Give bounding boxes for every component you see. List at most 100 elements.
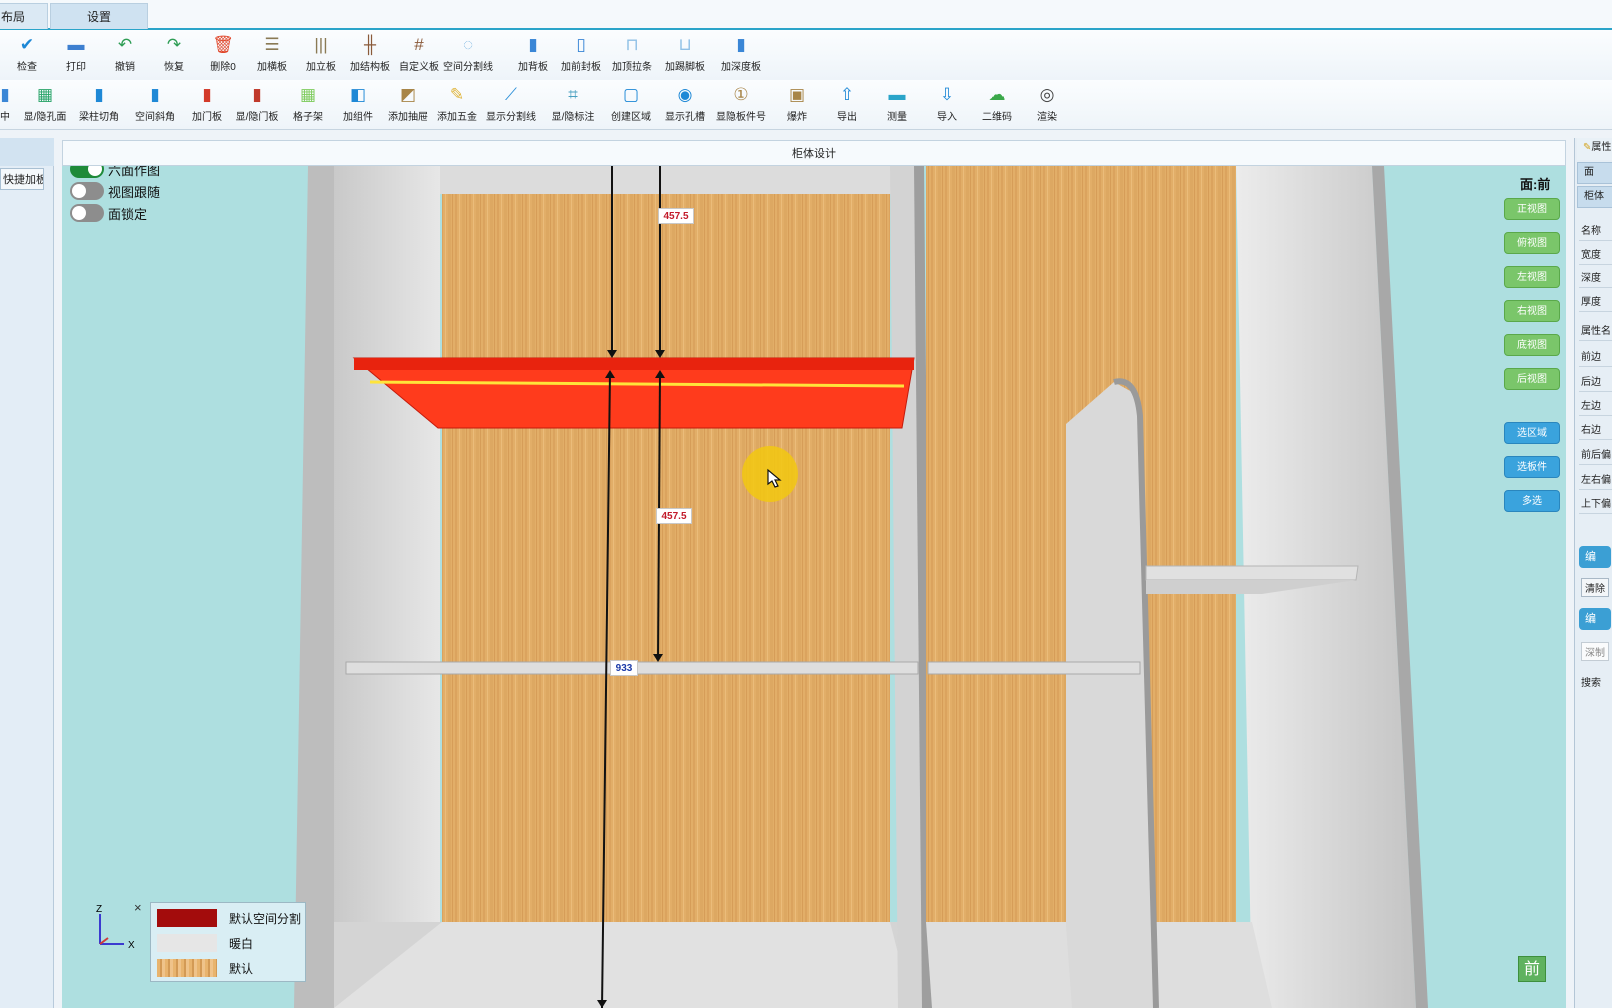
view-button[interactable]: 后视图 [1504, 368, 1560, 390]
property-tab-cabinet[interactable]: 柜体 [1577, 186, 1612, 208]
toolbar-button-redo[interactable]: ↷ 恢复 [149, 30, 199, 78]
toolbar-button-show-divider[interactable]: ⟋ 显示分割线 [486, 80, 536, 128]
clear-button[interactable]: 清除 [1581, 578, 1609, 597]
tab-layout[interactable]: 布局 [0, 3, 48, 29]
explode-icon: ▣ [788, 85, 806, 104]
toolbar-button-qr-cloud[interactable]: ☁ 二维码 [972, 80, 1022, 128]
view-button[interactable]: 俯视图 [1504, 232, 1560, 254]
toolbar-button-label: 加前封板 [561, 62, 601, 73]
toggle-knob [72, 184, 86, 198]
toolbar-button-measure[interactable]: ▬ 测量 [872, 80, 922, 128]
toolbar-button-label: 梁柱切角 [79, 112, 119, 123]
toolbar-button-space-divider[interactable]: ◌ 空间分割线 [443, 30, 493, 78]
create-region-icon: ▢ [622, 85, 640, 104]
quick-add-board-button[interactable]: 快捷加板 [0, 168, 44, 190]
property-field-label[interactable]: 右边 [1581, 421, 1601, 436]
legend-swatch [157, 934, 217, 952]
toggle-door-icon: ▮ [252, 85, 262, 104]
toolbar-button-drawer[interactable]: ◩ 添加抽屉 [383, 80, 433, 128]
design-viewport[interactable]: 457.5 457.5 933 六面作图 视图跟随 面锁定 面:前 正视图 俯视图… [62, 166, 1566, 1008]
toggle-six-face-drawing[interactable] [70, 166, 104, 178]
legend-close-icon[interactable]: × [134, 900, 142, 915]
toolbar-button-explode[interactable]: ▣ 爆炸 [772, 80, 822, 128]
depth-input[interactable]: 深制 [1581, 642, 1609, 661]
toggle-face-lock[interactable] [70, 204, 104, 222]
toolbar-button-vertical-board[interactable]: ||| 加立板 [296, 30, 346, 78]
toolbar-button-structure-board[interactable]: ╫ 加结构板 [345, 30, 395, 78]
view-button[interactable]: 左视图 [1504, 266, 1560, 288]
toolbar-button-component[interactable]: ◧ 加组件 [333, 80, 383, 128]
toolbar-button-hole-face[interactable]: ▦ 显/隐孔面 [20, 80, 70, 128]
edit-button-2[interactable]: 编 [1579, 608, 1611, 630]
toolbar-button-front-seal-board[interactable]: ▯ 加前封板 [556, 30, 606, 78]
toggle-view-follow[interactable] [70, 182, 104, 200]
property-separator [1579, 340, 1612, 341]
tab-label: 设置 [86, 10, 111, 24]
toolbar-button-label: 加踢脚板 [665, 62, 705, 73]
toggle-label: 视图跟随 [108, 185, 161, 200]
toolbar-button-label: 恢复 [164, 62, 184, 73]
left-panel [0, 138, 54, 1008]
toolbar-button-label: 渲染 [1037, 112, 1057, 123]
view-button[interactable]: 右视图 [1504, 300, 1560, 322]
front-face-badge[interactable]: 前 [1518, 956, 1546, 982]
toolbar-button-hardware[interactable]: ✎ 添加五金 [432, 80, 482, 128]
property-field-label[interactable]: 名称 [1581, 222, 1601, 237]
property-field-label[interactable]: 上下偏 [1581, 495, 1611, 510]
toolbar-button-back-board[interactable]: ▮ 加背板 [508, 30, 558, 78]
toolbar-button-render[interactable]: ◎ 渲染 [1022, 80, 1072, 128]
toolbar-button-hole-slot[interactable]: ◉ 显示孔槽 [660, 80, 710, 128]
property-field-label[interactable]: 前边 [1581, 348, 1601, 363]
toolbar-button-printer[interactable]: ▬ 打印 [51, 30, 101, 78]
view-button[interactable]: 底视图 [1504, 334, 1560, 356]
property-tab-face[interactable]: 面 [1577, 162, 1612, 184]
toolbar-button-kick-board[interactable]: ⊔ 加踢脚板 [660, 30, 710, 78]
toolbar-button-horizontal-board[interactable]: ☰ 加横板 [247, 30, 297, 78]
toolbar-button-create-region[interactable]: ▢ 创建区域 [606, 80, 656, 128]
toolbar-button-door-panel[interactable]: ▮ 加门板 [182, 80, 232, 128]
toolbar-button-label: 空间分割线 [443, 62, 493, 73]
toolbar-button-undo[interactable]: ↶ 撤销 [100, 30, 150, 78]
property-field-label[interactable]: 宽度 [1581, 246, 1601, 261]
toolbar-button-space-bevel[interactable]: ▮ 空间斜角 [130, 80, 180, 128]
toolbar-button-depth-board[interactable]: ▮ 加深度板 [716, 30, 766, 78]
property-field-label[interactable]: 前后偏 [1581, 446, 1611, 461]
property-field-label[interactable]: 后边 [1581, 373, 1601, 388]
view-button[interactable]: 选板件 [1504, 456, 1560, 478]
toolbar-button-annotation[interactable]: ⌗ 显/隐标注 [548, 80, 598, 128]
toolbar-button-custom-board[interactable]: # 自定义板 [394, 30, 444, 78]
structure-board-icon: ╫ [363, 35, 377, 54]
toolbar-button-grid-shelf[interactable]: ▦ 格子架 [283, 80, 333, 128]
component-icon: ◧ [349, 85, 367, 104]
legend-swatch [157, 959, 217, 977]
toolbar-button-board-number[interactable]: ① 显隐板件号 [716, 80, 766, 128]
edit-button-1[interactable]: 编 [1579, 546, 1611, 568]
toolbar-button-label: 撤销 [115, 62, 135, 73]
property-separator [1579, 415, 1612, 416]
toolbar-button-check[interactable]: ✔ 检查 [2, 30, 52, 78]
material-legend: 默认空间分割 暖白 默认 [150, 902, 306, 982]
hardware-icon: ✎ [449, 85, 465, 104]
left-panel-header [0, 138, 54, 166]
property-field-label[interactable]: 厚度 [1581, 293, 1601, 308]
toolbar-button-toggle-door[interactable]: ▮ 显/隐门板 [232, 80, 282, 128]
legend-item: 默认空间分割 [157, 907, 303, 929]
custom-board-icon: # [414, 35, 424, 54]
toolbar-button-top-strip[interactable]: ⊓ 加顶拉条 [607, 30, 657, 78]
property-field-label[interactable]: 左边 [1581, 397, 1601, 412]
property-field-label[interactable]: 属性名 [1581, 322, 1611, 337]
toolbar-button-import[interactable]: ⇩ 导入 [922, 80, 972, 128]
measure-icon: ▬ [888, 85, 906, 104]
view-button[interactable]: 选区域 [1504, 422, 1560, 444]
toolbar-button-export[interactable]: ⇧ 导出 [822, 80, 872, 128]
tab-settings[interactable]: 设置 [50, 3, 148, 29]
cabinet-3d-scene[interactable] [62, 166, 1566, 1008]
view-button[interactable]: 多选 [1504, 490, 1560, 512]
property-field-label[interactable]: 左右偏 [1581, 471, 1611, 486]
legend-swatch [157, 909, 217, 927]
toolbar-button-trash[interactable]: 🗑 删除0 [198, 30, 248, 78]
view-button[interactable]: 正视图 [1504, 198, 1560, 220]
toolbar-button-label: 显示孔槽 [665, 112, 705, 123]
property-field-label[interactable]: 深度 [1581, 269, 1601, 284]
toolbar-button-beam-cut[interactable]: ▮ 梁柱切角 [74, 80, 124, 128]
